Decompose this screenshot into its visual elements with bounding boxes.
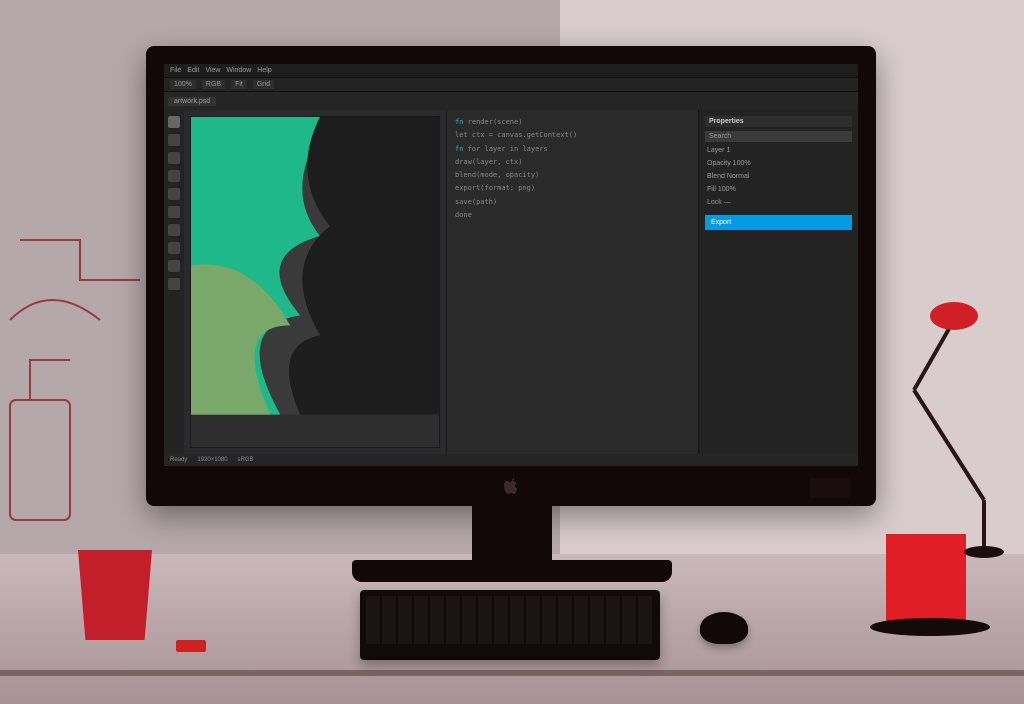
tool-move-icon[interactable] <box>168 116 180 128</box>
tool-shape-icon[interactable] <box>168 206 180 218</box>
monitor-power-button[interactable] <box>810 478 850 498</box>
illustration-scene: File Edit View Window Help 100% RGB Fit … <box>0 0 1024 704</box>
apple-logo-icon <box>504 478 518 494</box>
canvas-panel[interactable] <box>190 116 440 448</box>
side-row[interactable]: Fill 100% <box>705 185 852 194</box>
code-line: save(path) <box>455 196 690 209</box>
red-cup-left <box>70 540 160 640</box>
code-line: draw(layer, ctx) <box>455 156 690 169</box>
menu-help[interactable]: Help <box>257 67 271 74</box>
export-button[interactable]: Export <box>705 215 852 230</box>
keyboard[interactable] <box>360 590 660 660</box>
menu-window[interactable]: Window <box>226 67 251 74</box>
option-zoom[interactable]: 100% <box>170 80 196 89</box>
status-text: Ready <box>170 457 187 463</box>
tool-eraser-icon[interactable] <box>168 170 180 182</box>
tool-brush-icon[interactable] <box>168 152 180 164</box>
code-line: fn render(scene) <box>455 116 690 129</box>
menu-edit[interactable]: Edit <box>187 67 199 74</box>
canvas-artwork <box>191 117 439 415</box>
tool-zoom-icon[interactable] <box>168 278 180 290</box>
side-row[interactable]: Blend Normal <box>705 172 852 181</box>
tool-crop-icon[interactable] <box>168 242 180 254</box>
editor-main: fn render(scene) let ctx = canvas.getCon… <box>164 110 858 454</box>
usb-stick <box>176 640 206 652</box>
menu-view[interactable]: View <box>205 67 220 74</box>
editor-app: File Edit View Window Help 100% RGB Fit … <box>164 64 858 466</box>
side-panel-header: Properties <box>705 116 852 127</box>
monitor-base <box>352 560 672 582</box>
code-line: let ctx = canvas.getContext() <box>455 129 690 142</box>
option-fit[interactable]: Fit <box>231 80 247 89</box>
side-panel: Properties Search Layer 1 Opacity 100% B… <box>698 110 858 454</box>
tool-eyedrop-icon[interactable] <box>168 224 180 236</box>
tool-hand-icon[interactable] <box>168 260 180 272</box>
tool-strip <box>164 110 184 454</box>
tool-select-icon[interactable] <box>168 134 180 146</box>
menu-file[interactable]: File <box>170 67 181 74</box>
code-panel[interactable]: fn render(scene) let ctx = canvas.getCon… <box>446 110 698 454</box>
options-bar: 100% RGB Fit Grid <box>164 78 858 92</box>
side-row[interactable]: Lock — <box>705 198 852 207</box>
code-line: blend(mode, opacity) <box>455 169 690 182</box>
tool-text-icon[interactable] <box>168 188 180 200</box>
side-row[interactable]: Layer 1 <box>705 146 852 155</box>
desk-lamp <box>884 300 1004 560</box>
side-search-input[interactable]: Search <box>705 131 852 142</box>
status-dimensions: 1920×1080 <box>197 457 227 463</box>
file-tab[interactable]: artwork.psd <box>168 97 216 106</box>
status-colorspace: sRGB <box>238 457 254 463</box>
code-line: export(format: png) <box>455 182 690 195</box>
code-line: fn for layer in layers <box>455 143 690 156</box>
monitor-screen: File Edit View Window Help 100% RGB Fit … <box>164 64 858 466</box>
side-row[interactable]: Opacity 100% <box>705 159 852 168</box>
option-colormode[interactable]: RGB <box>202 80 225 89</box>
monitor: File Edit View Window Help 100% RGB Fit … <box>146 46 876 506</box>
option-grid[interactable]: Grid <box>253 80 274 89</box>
code-line: done <box>455 209 690 222</box>
editor-content: fn render(scene) let ctx = canvas.getCon… <box>184 110 858 454</box>
mouse[interactable] <box>700 612 748 644</box>
menu-bar: File Edit View Window Help <box>164 64 858 78</box>
status-bar: Ready 1920×1080 sRGB <box>164 454 858 466</box>
file-tabs: artwork.psd <box>164 92 858 110</box>
desk-edge <box>0 670 1024 676</box>
